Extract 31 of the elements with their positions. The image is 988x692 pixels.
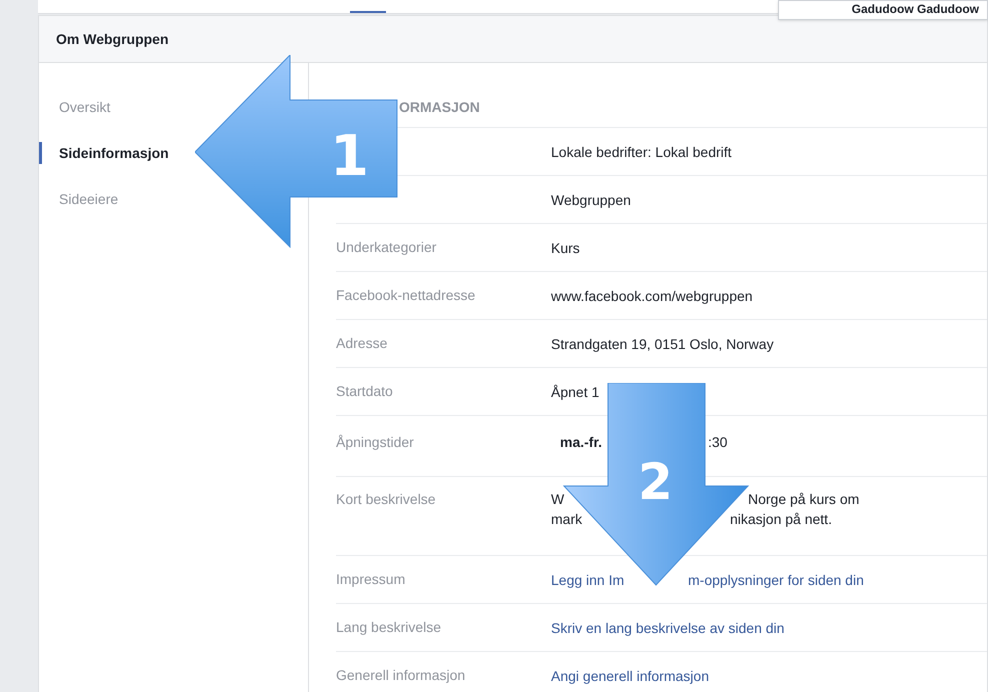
info-label: Kort beskrivelse — [336, 491, 436, 507]
info-value: Lokale bedrifter: Lokal bedrift — [551, 142, 732, 162]
info-label: Lang beskrivelse — [336, 619, 442, 635]
info-label: Adresse — [336, 335, 388, 351]
callout-number: 2 — [638, 452, 673, 512]
info-link[interactable]: Skriv en lang beskrivelse av siden din — [551, 618, 784, 638]
info-value: Strandgaten 19, 0151 Oslo, Norway — [551, 334, 774, 354]
info-label: Startdato — [336, 383, 393, 399]
info-value: Åpnet 1 — [551, 382, 600, 402]
info-value: W — [551, 491, 564, 507]
info-value: nikasjon på nett. — [730, 510, 832, 529]
info-label: Underkategorier — [336, 239, 436, 255]
info-value: Kurs — [551, 238, 580, 258]
card-header: Om Webgruppen — [39, 16, 987, 63]
info-value: :30 — [708, 433, 728, 452]
info-value: Webgruppen — [551, 190, 631, 210]
callout-number: 1 — [330, 125, 369, 189]
info-value: Norge på kurs om — [748, 490, 860, 509]
info-value: www.facebook.com/webgruppen — [551, 286, 753, 306]
sidebar-item[interactable]: Sideinformasjon — [39, 142, 173, 164]
info-label: Impressum — [336, 571, 406, 587]
info-value: mark — [551, 511, 582, 527]
info-link[interactable]: Legg inn Im — [551, 572, 624, 588]
info-link[interactable]: m-opplysninger for siden din — [688, 570, 864, 590]
info-value: ma.-fr. — [560, 434, 602, 450]
account-menu[interactable]: Gadudoow Gadudoow — [778, 0, 988, 20]
section-heading: ORMASJON — [399, 99, 480, 115]
info-link[interactable]: Angi generell informasjon — [551, 666, 709, 686]
info-label: Åpningstider — [336, 434, 414, 450]
info-label: Facebook-nettadresse — [336, 287, 476, 303]
info-label: Generell informasjon — [336, 667, 466, 683]
